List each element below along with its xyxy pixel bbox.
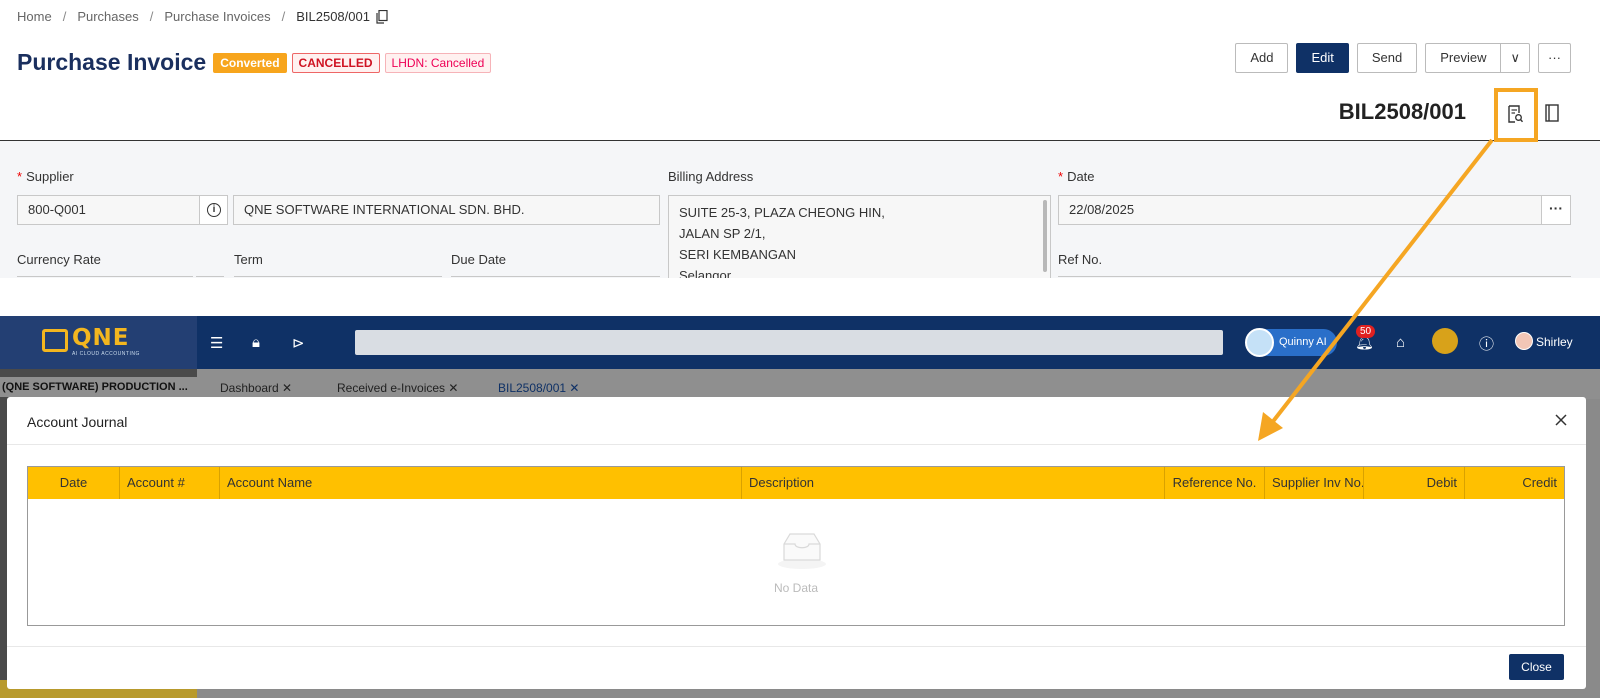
table-header: Date Account # Account Name Description …	[28, 467, 1564, 499]
edit-button[interactable]: Edit	[1296, 43, 1349, 73]
tab-dashboard[interactable]: Dashboard ✕	[220, 381, 292, 395]
column-debit[interactable]: Debit	[1364, 467, 1465, 499]
purchase-invoice-panel: Home / Purchases / Purchase Invoices / B…	[0, 0, 1600, 278]
column-supplier-inv-no[interactable]: Supplier Inv No.	[1265, 467, 1364, 499]
book-icon[interactable]	[1545, 104, 1559, 122]
company-name[interactable]: (QNE SOFTWARE) PRODUCTION ...	[0, 377, 197, 397]
currency-rate-label: Currency Rate	[17, 252, 101, 267]
column-account-name[interactable]: Account Name	[220, 467, 742, 499]
logo: QNE	[72, 325, 130, 351]
currency-rate-input[interactable]	[17, 276, 193, 277]
term-label: Term	[234, 252, 263, 267]
date-more-button[interactable]: ···	[1541, 195, 1571, 225]
play-icon[interactable]: ⊳	[292, 334, 305, 352]
date-label: * Date	[1058, 169, 1095, 184]
currency-rate-input-addon[interactable]	[196, 276, 224, 277]
tab-bar: Dashboard ✕ Received e-Invoices ✕ BIL250…	[197, 369, 1600, 399]
chevron-down-icon[interactable]: ∨	[1501, 43, 1530, 73]
status-badge-cancelled: CANCELLED	[291, 52, 380, 73]
due-date-input[interactable]	[451, 276, 660, 277]
logo-subtitle: AI CLOUD ACCOUNTING	[72, 351, 140, 357]
due-date-label: Due Date	[451, 252, 506, 267]
column-date[interactable]: Date	[28, 467, 120, 499]
store-icon[interactable]: ⌂	[1396, 334, 1405, 351]
supplier-code-input[interactable]: 800-Q001	[17, 195, 200, 225]
breadcrumb-current: BIL2508/001	[296, 9, 370, 24]
toolbar: Add Edit Send Preview ∨ ···	[1235, 43, 1571, 73]
preview-button[interactable]: Preview	[1425, 43, 1502, 73]
modal-title: Account Journal	[27, 414, 128, 430]
term-input[interactable]	[234, 276, 442, 277]
app-header: QNE AI CLOUD ACCOUNTING ☰ 🔒︎ ⊳ Quinny AI…	[0, 316, 1600, 369]
empty-inbox-icon	[778, 533, 826, 569]
address-scrollbar[interactable]	[1043, 200, 1047, 272]
copy-icon[interactable]	[376, 9, 388, 24]
close-button[interactable]: Close	[1509, 654, 1564, 680]
account-journal-modal: Account Journal Date Account # Account N…	[7, 397, 1586, 689]
divider	[7, 646, 1586, 647]
menu-collapse-icon[interactable]: ☰	[210, 334, 223, 352]
column-reference-no[interactable]: Reference No.	[1165, 467, 1265, 499]
search-input[interactable]	[355, 330, 1223, 355]
add-button[interactable]: Add	[1235, 43, 1289, 73]
column-description[interactable]: Description	[742, 467, 1165, 499]
billing-address-line: SERI KEMBANGAN	[679, 247, 797, 262]
avatar[interactable]	[1515, 332, 1533, 350]
status-badge-converted: Converted	[213, 52, 287, 73]
status-badge-lhdn: LHDN: Cancelled	[384, 52, 492, 73]
supplier-info-button[interactable]: i	[199, 195, 228, 225]
supplier-label: * Supplier	[17, 169, 74, 184]
billing-address-label: Billing Address	[668, 169, 754, 184]
highlight-box	[1494, 88, 1538, 142]
mascot-icon[interactable]	[1432, 328, 1458, 354]
tab-received-e-invoices[interactable]: Received e-Invoices ✕	[337, 381, 458, 395]
breadcrumb: Home / Purchases / Purchase Invoices / B…	[17, 9, 388, 24]
document-number: BIL2508/001	[1338, 99, 1466, 124]
breadcrumb-home[interactable]: Home	[17, 9, 52, 24]
quinny-ai-icon[interactable]	[1245, 328, 1274, 357]
breadcrumb-separator: /	[62, 9, 67, 24]
column-account-number[interactable]: Account #	[120, 467, 220, 499]
page-title: Purchase Invoice	[17, 49, 207, 75]
user-name[interactable]: Shirley	[1536, 335, 1573, 349]
billing-address-line: Selangor	[679, 268, 732, 278]
logo-icon	[42, 329, 68, 352]
billing-address-line: JALAN SP 2/1,	[679, 226, 766, 241]
date-input[interactable]: 22/08/2025	[1058, 195, 1542, 225]
info-icon: i	[207, 203, 221, 217]
breadcrumb-purchase-invoices[interactable]: Purchase Invoices	[164, 9, 270, 24]
ref-no-input[interactable]	[1058, 276, 1571, 277]
breadcrumb-separator: /	[281, 9, 286, 24]
column-credit[interactable]: Credit	[1465, 467, 1564, 499]
ref-no-label: Ref No.	[1058, 252, 1103, 267]
close-icon[interactable]	[1552, 411, 1570, 429]
empty-state-text: No Data	[773, 581, 819, 595]
breadcrumb-separator: /	[149, 9, 154, 24]
lock-icon[interactable]: 🔒︎	[252, 334, 260, 351]
journal-table: Date Account # Account Name Description …	[27, 466, 1565, 626]
more-options-button[interactable]: ···	[1538, 43, 1571, 73]
billing-address-line: SUITE 25-3, PLAZA CHEONG HIN,	[679, 205, 885, 220]
breadcrumb-purchases[interactable]: Purchases	[77, 9, 138, 24]
tab-bil2508-001[interactable]: BIL2508/001 ✕	[498, 381, 579, 395]
send-button[interactable]: Send	[1356, 43, 1418, 73]
empty-state: No Data	[28, 499, 1564, 625]
supplier-name-input[interactable]: QNE SOFTWARE INTERNATIONAL SDN. BHD.	[233, 195, 660, 225]
help-icon[interactable]: ⓘ	[1479, 333, 1494, 354]
logo-area: QNE AI CLOUD ACCOUNTING	[0, 316, 197, 369]
preview-split-button: Preview ∨	[1425, 43, 1530, 73]
billing-address-textarea[interactable]: SUITE 25-3, PLAZA CHEONG HIN, JALAN SP 2…	[668, 195, 1051, 278]
notification-count-badge: 50	[1356, 325, 1376, 338]
title-row: Purchase Invoice Converted CANCELLED LHD…	[17, 49, 492, 76]
divider	[7, 444, 1586, 445]
